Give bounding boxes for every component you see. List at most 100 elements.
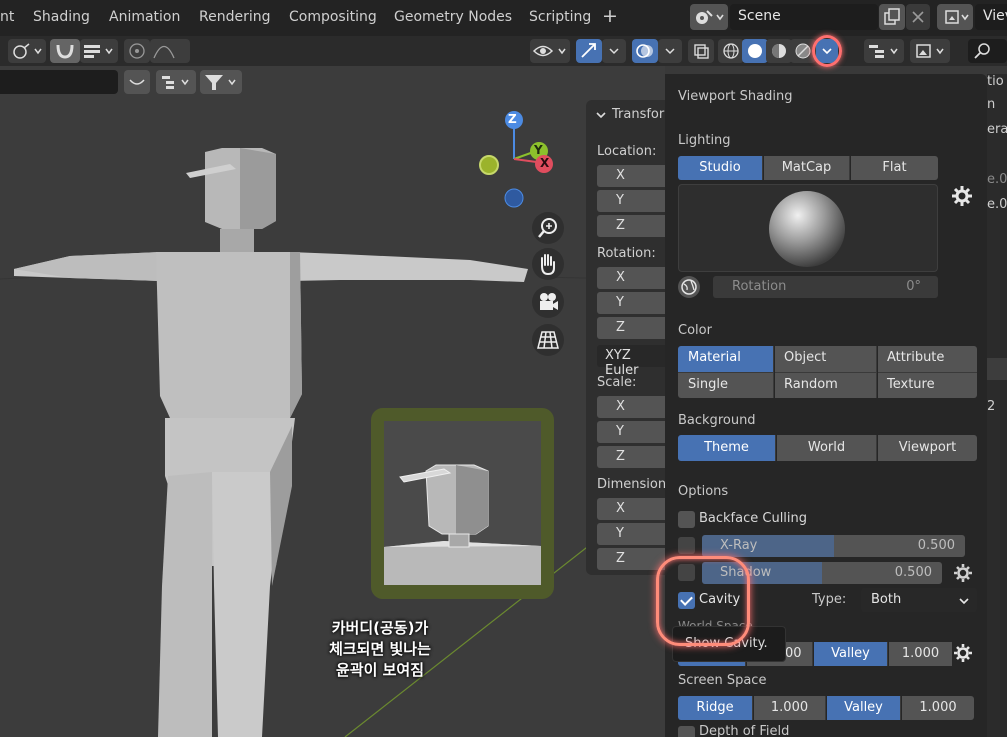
add-workspace-button[interactable]: + <box>602 5 618 27</box>
wireframe-shading-button[interactable] <box>718 39 744 63</box>
tab-rendering[interactable]: Rendering <box>199 9 271 25</box>
color-attribute-button[interactable]: Attribute <box>878 346 977 372</box>
tab-shading[interactable]: Shading <box>33 9 90 25</box>
duplicate-scene-button[interactable] <box>879 4 905 30</box>
neg-z-axis-icon[interactable] <box>504 188 524 208</box>
grid-icon <box>537 331 559 349</box>
editor-type-dropdown[interactable] <box>910 39 950 63</box>
scene-selector-button[interactable] <box>690 4 728 30</box>
axis-label: Z <box>616 551 625 566</box>
scale-y-field[interactable]: Y <box>597 421 668 443</box>
background-world-button[interactable]: World <box>777 435 877 461</box>
gear-icon[interactable] <box>952 562 974 584</box>
proportional-editing-toggle[interactable] <box>124 39 150 63</box>
outliner-display-dropdown[interactable] <box>864 39 904 63</box>
tab-animation[interactable]: Animation <box>109 9 180 25</box>
tab-scripting[interactable]: Scripting <box>529 9 591 25</box>
pan-button[interactable] <box>532 248 564 280</box>
annotation-line-2: 체크되면 빛나는 <box>329 640 431 658</box>
xray-checkbox[interactable] <box>678 537 695 554</box>
world-valley-value[interactable]: 1.000 <box>889 642 952 666</box>
rotation-mode-dropdown[interactable]: XYZ Euler <box>597 345 668 378</box>
cut-label: era <box>987 122 1007 137</box>
screen-valley-value[interactable]: 1.000 <box>902 696 974 720</box>
eye-icon <box>532 45 566 57</box>
scale-z-field[interactable]: Z <box>597 446 668 468</box>
studio-rotation-field[interactable]: Rotation 0° <box>713 276 938 298</box>
lighting-studio-button[interactable]: Studio <box>678 156 763 180</box>
lighting-flat-button[interactable]: Flat <box>851 156 938 180</box>
xray-toggle[interactable] <box>688 39 714 63</box>
overlays-dropdown[interactable] <box>658 39 682 63</box>
transform-panel-title[interactable]: Transfor <box>612 107 664 122</box>
gear-icon[interactable] <box>952 642 974 664</box>
gizmo-toggle[interactable] <box>576 39 602 63</box>
snap-toggle[interactable] <box>50 39 80 63</box>
screen-valley-label[interactable]: Valley <box>827 696 901 720</box>
gear-icon[interactable] <box>950 184 974 208</box>
visibility-dropdown[interactable] <box>530 39 570 63</box>
solid-shading-button[interactable] <box>742 39 768 63</box>
zoom-button[interactable] <box>532 212 564 244</box>
close-icon <box>912 11 924 23</box>
3d-viewport[interactable]: Z Y X 카버디(공동)가 체크되면 빛나는 윤곽이 보여짐 <box>0 66 665 737</box>
tab-compositing[interactable]: Compositing <box>289 9 377 25</box>
color-material-button[interactable]: Material <box>678 346 774 372</box>
screen-ridge-label[interactable]: Ridge <box>678 696 753 720</box>
cut-label: tio <box>987 74 1004 89</box>
screen-space-label: Screen Space <box>678 673 767 688</box>
delete-scene-button[interactable] <box>906 4 930 30</box>
background-theme-button[interactable]: Theme <box>678 435 776 461</box>
view-layer-selector-button[interactable] <box>937 4 973 30</box>
rotation-x-field[interactable]: X <box>597 267 668 289</box>
tab-layout[interactable]: nt <box>0 9 14 25</box>
xray-label: X-Ray <box>720 538 758 553</box>
tab-geometry-nodes[interactable]: Geometry Nodes <box>394 9 512 25</box>
falloff-dropdown[interactable] <box>150 39 190 63</box>
color-random-button[interactable]: Random <box>775 372 877 398</box>
dimensions-y-field[interactable]: Y <box>597 523 668 545</box>
wireframe-sphere-icon <box>723 43 739 59</box>
scale-x-field[interactable]: X <box>597 396 668 418</box>
world-valley-label[interactable]: Valley <box>814 642 888 666</box>
dimensions-z-field[interactable]: Z <box>597 548 668 570</box>
cavity-type-dropdown[interactable]: Both <box>861 588 977 612</box>
color-object-button[interactable]: Object <box>775 346 877 372</box>
rotation-y-field[interactable]: Y <box>597 292 668 314</box>
globe-icon <box>681 279 697 295</box>
popover-title: Viewport Shading <box>678 89 793 104</box>
depth-of-field-checkbox[interactable] <box>678 726 695 737</box>
perspective-toggle-button[interactable] <box>532 324 564 356</box>
rotation-label: Rotation: <box>597 246 656 261</box>
cavity-type-label: Type: <box>812 592 847 607</box>
color-texture-button[interactable]: Texture <box>878 372 977 398</box>
neg-y-axis-icon[interactable] <box>479 155 499 175</box>
rotation-z-field[interactable]: Z <box>597 317 668 339</box>
background-viewport-button[interactable]: Viewport <box>878 435 977 461</box>
overlays-toggle[interactable] <box>632 39 658 63</box>
xray-slider[interactable]: X-Ray 0.500 <box>702 535 965 557</box>
dimensions-x-field[interactable]: X <box>597 498 668 520</box>
depth-of-field-clip: Depth of Field <box>699 724 789 737</box>
chevron-down-icon[interactable] <box>594 108 608 122</box>
pivot-point-dropdown[interactable] <box>8 39 46 63</box>
screen-ridge-value[interactable]: 1.000 <box>754 696 826 720</box>
camera-view-button[interactable] <box>532 286 564 318</box>
world-space-lighting-toggle[interactable] <box>678 276 700 298</box>
gizmo-dropdown[interactable] <box>602 39 626 63</box>
backface-culling-checkbox[interactable] <box>678 511 695 528</box>
location-y-field[interactable]: Y <box>597 190 668 212</box>
axis-label: Z <box>616 218 625 233</box>
view-layer-name-field[interactable]: Viev <box>975 4 1007 30</box>
color-single-button[interactable]: Single <box>678 372 774 398</box>
chevron-down-icon <box>609 48 619 55</box>
scene-name-field[interactable]: Scene <box>730 4 878 30</box>
location-x-field[interactable]: X <box>597 165 668 187</box>
snap-target-dropdown[interactable] <box>80 39 118 63</box>
location-z-field[interactable]: Z <box>597 215 668 237</box>
properties-search-field[interactable] <box>968 39 1007 63</box>
studio-light-preview[interactable] <box>678 184 938 272</box>
scale-label: Scale: <box>597 375 637 390</box>
material-preview-button[interactable] <box>766 39 792 63</box>
lighting-matcap-button[interactable]: MatCap <box>764 156 850 180</box>
